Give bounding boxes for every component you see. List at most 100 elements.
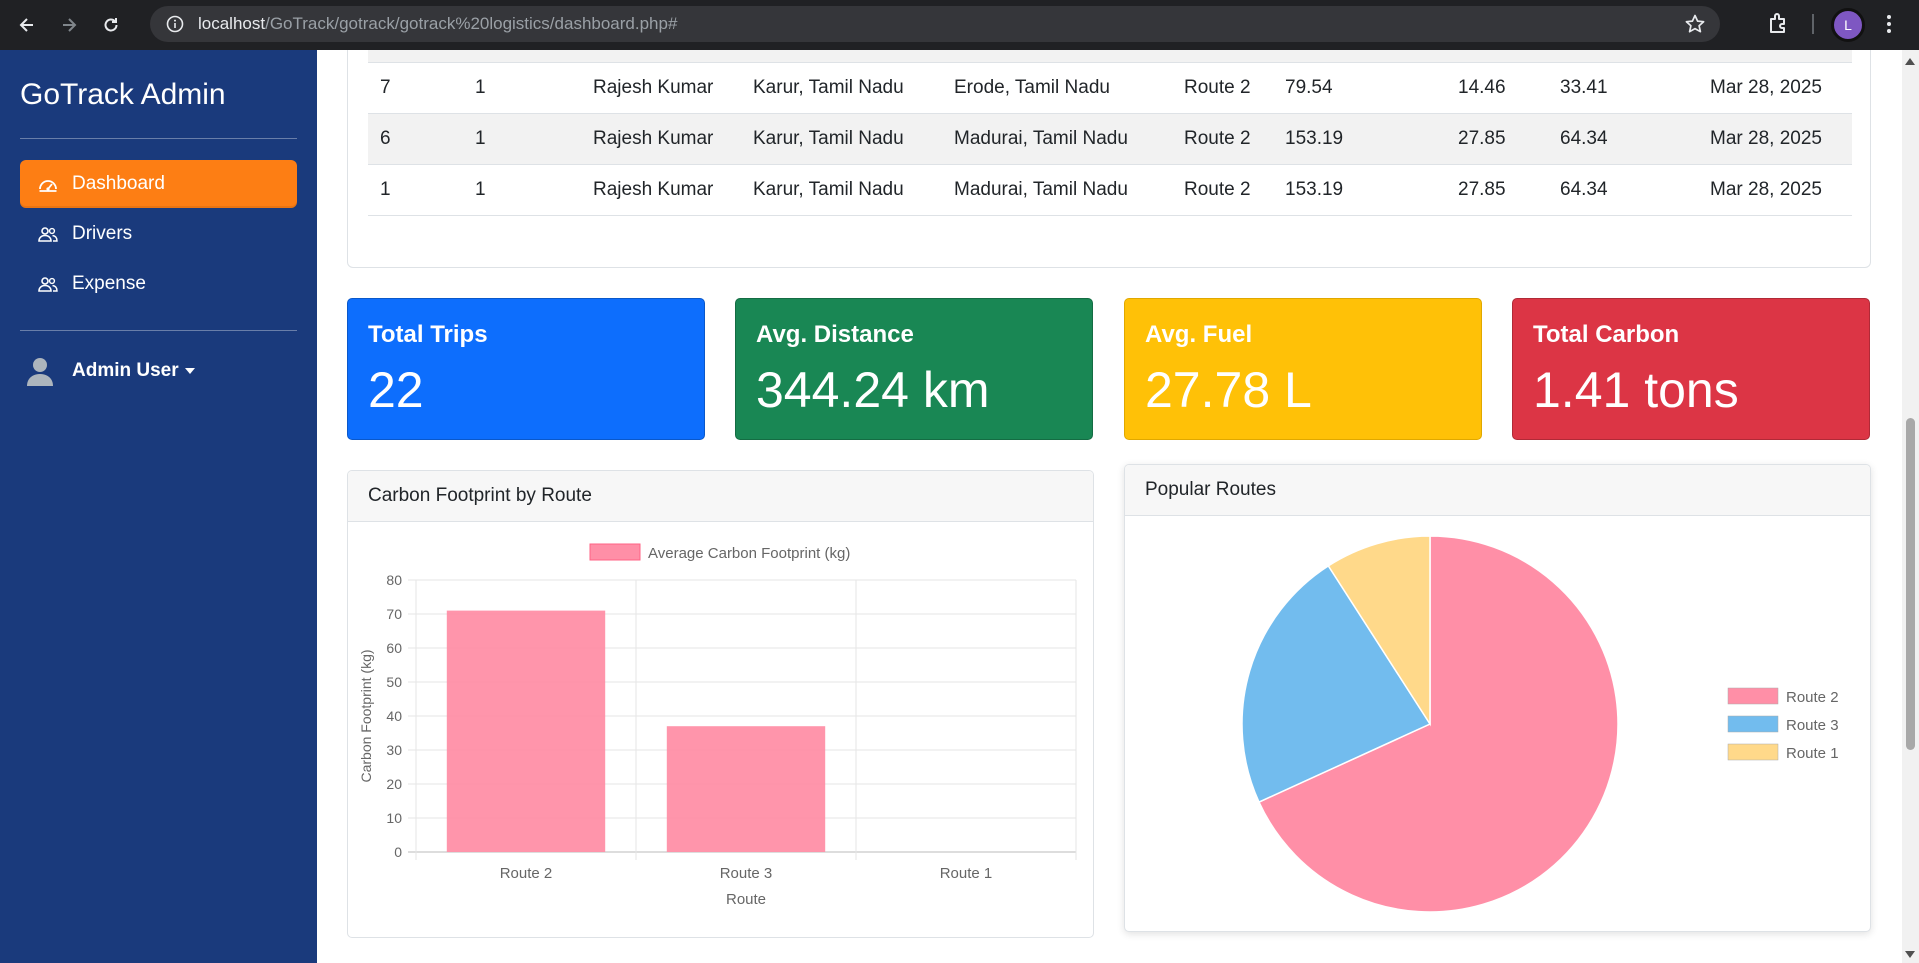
stat-title: Avg. Distance	[756, 321, 914, 348]
cell-carbon: 189.90	[1548, 50, 1698, 63]
sidebar-divider	[20, 138, 297, 139]
cell-carbon: 64.34	[1548, 164, 1698, 216]
table-row: 1 1 Rajesh Kumar Karur, Tamil Nadu Madurai, …	[368, 164, 1852, 216]
cell-route: Route 2	[1172, 50, 1273, 63]
user-dropdown[interactable]: Admin User	[24, 355, 195, 387]
trips-table: 81Rajesh KumarKarur, Tamil NaduChennai, …	[368, 50, 1852, 216]
profile-avatar[interactable]: L	[1831, 8, 1865, 42]
cell-date: Mar 28, 2025	[1698, 113, 1852, 165]
user-name: Admin User	[72, 360, 179, 381]
cell-carbon: 64.34	[1548, 113, 1698, 165]
address-bar[interactable]: localhost/GoTrack/gotrack/gotrack%20logi…	[150, 6, 1720, 42]
cell-to: Madurai, Tamil Nadu	[942, 164, 1172, 216]
stat-value: 22	[368, 362, 424, 418]
brand-title[interactable]: GoTrack Admin	[20, 78, 226, 112]
cell-fuel: 27.85	[1446, 164, 1548, 216]
sidebar-divider	[20, 330, 297, 331]
cell-date: Mar 28, 2025	[1698, 50, 1852, 63]
stat-title: Total Carbon	[1533, 321, 1680, 348]
cell-route: Route 2	[1172, 164, 1273, 216]
stat-total-carbon: Total Carbon 1.41 tons	[1512, 298, 1870, 440]
cell-fuel: 14.46	[1446, 62, 1548, 114]
card-header: Popular Routes	[1125, 465, 1870, 516]
sidebar-item-dashboard[interactable]: Dashboard	[20, 160, 297, 208]
stat-total-trips: Total Trips 22	[347, 298, 705, 440]
y-tick-label: 10	[386, 810, 402, 826]
cell-to: Erode, Tamil Nadu	[942, 62, 1172, 114]
scroll-up-arrow-icon[interactable]	[1905, 58, 1915, 65]
more-menu-icon[interactable]	[1886, 13, 1892, 40]
popular-routes-card: Popular Routes Route 2 Route 3 Route 1	[1124, 464, 1871, 932]
x-tick-label: Route 3	[720, 865, 773, 882]
main-content: 81Rajesh KumarKarur, Tamil NaduChennai, …	[317, 50, 1902, 963]
legend-swatch	[1727, 743, 1779, 761]
y-tick-label: 0	[394, 844, 402, 860]
cell-from: Karur, Tamil Nadu	[741, 113, 942, 165]
stat-title: Total Trips	[368, 321, 488, 348]
card-header: Carbon Footprint by Route	[348, 471, 1093, 522]
speedometer-icon	[38, 175, 60, 193]
sidebar-item-label: Expense	[72, 273, 146, 294]
cell-vehicle: 1	[463, 113, 581, 165]
sidebar-item-drivers[interactable]: Drivers	[20, 210, 297, 258]
page-scrollbar[interactable]	[1902, 50, 1919, 963]
cell-distance: 153.19	[1273, 113, 1446, 165]
cell-from: Karur, Tamil Nadu	[741, 164, 942, 216]
legend-swatch	[1727, 715, 1779, 733]
people-icon	[38, 226, 60, 242]
bar-route-3	[666, 726, 826, 852]
y-tick-label: 80	[386, 572, 402, 588]
cell-from: Karur, Tamil Nadu	[741, 62, 942, 114]
cell-driver: Rajesh Kumar	[581, 62, 741, 114]
stat-title: Avg. Fuel	[1145, 321, 1253, 348]
y-axis-title: Carbon Footprint (kg)	[358, 649, 374, 782]
y-tick-label: 30	[386, 742, 402, 758]
legend-label: Route 3	[1786, 717, 1839, 734]
cell-trip-id: 6	[368, 113, 463, 165]
cell-vehicle: 1	[463, 164, 581, 216]
legend-label: Average Carbon Footprint (kg)	[648, 545, 850, 562]
cell-date: Mar 28, 2025	[1698, 62, 1852, 114]
legend-swatch	[1727, 687, 1779, 705]
cell-driver: Rajesh Kumar	[581, 50, 741, 63]
x-tick-label: Route 2	[500, 865, 553, 882]
people-icon	[38, 276, 60, 292]
cell-distance: 153.19	[1273, 164, 1446, 216]
cell-fuel: 82.24	[1446, 50, 1548, 63]
cell-to: Madurai, Tamil Nadu	[942, 113, 1172, 165]
table-row: 7 1 Rajesh Kumar Karur, Tamil Nadu Erode, Ta…	[368, 62, 1852, 114]
url-path: /GoTrack/gotrack/gotrack%20logistics/das…	[265, 14, 678, 33]
toolbar-divider	[1812, 14, 1814, 34]
cell-carbon: 33.41	[1548, 62, 1698, 114]
y-tick-label: 70	[386, 606, 402, 622]
recent-trips-card: 81Rajesh KumarKarur, Tamil NaduChennai, …	[347, 50, 1871, 268]
carbon-bar-chart: 0 10 20 30 40 50 60 70 80 Route 2 Route 3 Route 1 Ro…	[358, 543, 1077, 908]
carbon-footprint-card: Carbon Footprint by Route 0 10 20 30 40 50 60 7…	[347, 470, 1094, 938]
cell-distance: 79.54	[1273, 62, 1446, 114]
scroll-down-arrow-icon[interactable]	[1905, 951, 1915, 958]
sidebar-item-expense[interactable]: Expense	[20, 260, 297, 308]
y-tick-label: 60	[386, 640, 402, 656]
back-icon[interactable]	[12, 10, 42, 40]
cell-date: Mar 28, 2025	[1698, 164, 1852, 216]
y-tick-label: 50	[386, 674, 402, 690]
cell-distance: 452.74	[1273, 50, 1446, 63]
scrollbar-thumb[interactable]	[1906, 418, 1915, 750]
cell-fuel: 27.85	[1446, 113, 1548, 165]
x-tick-label: Route 1	[940, 865, 993, 882]
cell-to: Chennai, Tamil Nadu	[942, 50, 1172, 63]
stat-value: 27.78 L	[1145, 362, 1312, 418]
legend-label: Route 2	[1786, 689, 1839, 706]
extensions-icon[interactable]	[1766, 10, 1792, 41]
table-row: 6 1 Rajesh Kumar Karur, Tamil Nadu Madurai, …	[368, 113, 1852, 165]
forward-icon[interactable]	[54, 10, 84, 40]
reload-icon[interactable]	[96, 10, 126, 40]
routes-pie-chart: Route 2 Route 3 Route 1	[1241, 535, 1839, 913]
legend-swatch	[589, 543, 641, 561]
cell-route: Route 2	[1172, 113, 1273, 165]
bookmark-star-icon[interactable]	[1684, 13, 1706, 40]
site-info-icon[interactable]	[164, 13, 186, 35]
cell-route: Route 2	[1172, 62, 1273, 114]
legend-label: Route 1	[1786, 745, 1839, 762]
url-host: localhost	[198, 14, 266, 33]
